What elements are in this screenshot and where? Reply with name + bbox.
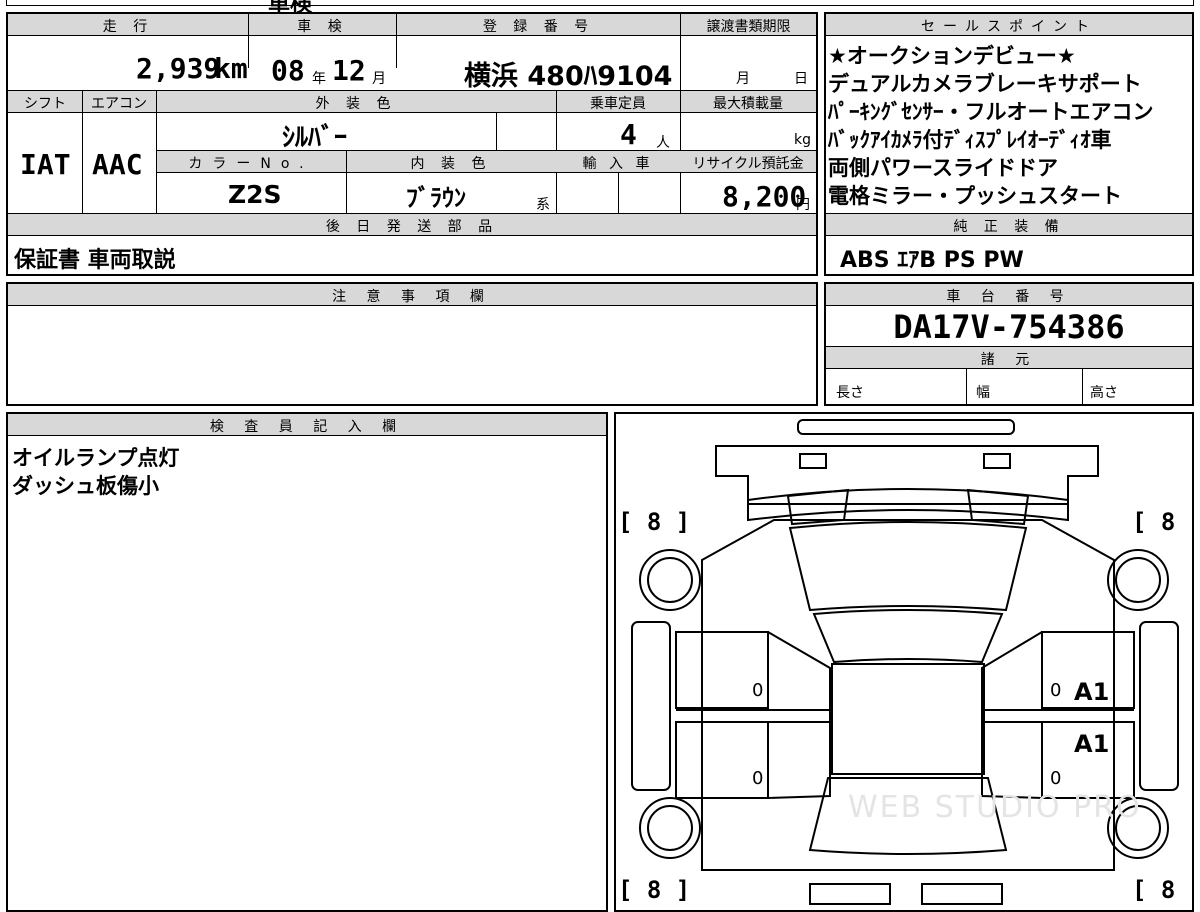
label-aircon: エアコン <box>91 96 147 112</box>
plate-number: 横浜 480ﾊ9104 <box>464 61 673 92</box>
recycle-value: 8,200 <box>722 180 807 213</box>
label-shift: シフト <box>24 96 66 112</box>
exterior-color-value: ｼﾙﾊﾞｰ <box>282 123 348 153</box>
shaken-year: 08 <box>271 54 305 87</box>
label-chassis-no: 車 台 番 号 <box>946 289 1072 305</box>
deadline-day-unit: 日 <box>794 71 808 87</box>
shift-value: IAT <box>20 148 71 181</box>
damage-mark-right-rear: A1 <box>1074 730 1110 758</box>
recycle-unit: 円 <box>796 197 810 213</box>
watermark: WEB STUDIO PRO <box>848 790 1142 825</box>
door-left-rear: 0 <box>752 768 764 789</box>
label-color-no: カラーNo. <box>188 156 314 172</box>
mileage-unit: km <box>214 52 248 85</box>
label-length: 長さ <box>836 385 864 401</box>
label-registration: 登 録 番 号 <box>482 19 595 35</box>
vehicle-info-table: 走 行 車 検 登 録 番 号 譲渡書類期限 2,939 km 08 年 12 … <box>6 12 818 276</box>
car-diagram <box>631 419 1179 905</box>
label-exterior-color: 外 装 色 <box>315 96 397 112</box>
label-later-parts: 後 日 発 送 部 品 <box>325 219 499 235</box>
label-specs: 諸 元 <box>980 352 1038 368</box>
sales-point: 電格ミラー・プッシュスタート <box>828 184 1122 208</box>
inspector-note: オイルランプ点灯 <box>12 446 180 470</box>
shaken-year-unit: 年 <box>312 71 326 87</box>
capacity-value: 4 <box>620 118 637 151</box>
sales-point: 両側パワースライドドア <box>828 156 1058 180</box>
sales-point: ★オークションデビュー★ <box>828 44 1076 68</box>
tire-front-left: [ 8 ] <box>618 508 691 536</box>
sales-points-panel: セールスポイント ★オークションデビュー★ デュアルカメラブレーキサポート ﾊﾟ… <box>824 12 1194 276</box>
inspector-note: ダッシュ板傷小 <box>12 474 159 498</box>
tire-front-right: [ 8 ] <box>1132 508 1192 536</box>
label-capacity: 乗車定員 <box>590 96 646 112</box>
door-left-front: 0 <box>752 680 764 701</box>
door-right-rear: 0 <box>1050 768 1062 789</box>
label-import: 輸 入 車 <box>582 156 654 172</box>
top-strip <box>6 0 1194 6</box>
max-load-unit: kg <box>794 132 811 148</box>
label-max-load: 最大積載量 <box>713 96 783 112</box>
label-notes: 注 意 事 項 欄 <box>332 289 492 305</box>
chassis-no-value: DA17V-754386 <box>893 308 1125 346</box>
inspector-panel: 検 査 員 記 入 欄 オイルランプ点灯 ダッシュ板傷小 <box>6 412 608 912</box>
door-right-front: 0 <box>1050 680 1062 701</box>
label-mileage: 走 行 <box>102 19 154 35</box>
shaken-month-unit: 月 <box>372 71 386 87</box>
genuine-equipment-value: ABS ｴｱB PS PW <box>840 248 1024 273</box>
label-shaken: 車 検 <box>297 19 348 35</box>
notes-panel: 注 意 事 項 欄 <box>6 282 818 406</box>
color-no-value: Z2S <box>228 180 282 209</box>
damage-mark-right-front: A1 <box>1074 678 1110 706</box>
deadline-month-unit: 月 <box>736 71 750 87</box>
sales-point: ﾊﾟｰｷﾝｸﾞｾﾝｻｰ・フルオートエアコン <box>828 100 1154 124</box>
label-recycle: リサイクル預託金 <box>692 156 804 172</box>
label-height: 高さ <box>1090 385 1118 401</box>
interior-suffix: 系 <box>536 197 550 213</box>
shaken-month: 12 <box>332 54 366 87</box>
later-parts-value: 保証書 車両取説 <box>14 248 176 273</box>
label-inspector: 検 査 員 記 入 欄 <box>209 419 405 435</box>
label-transfer-deadline: 譲渡書類期限 <box>706 19 791 35</box>
mileage-value: 2,939 <box>136 52 221 85</box>
capacity-unit: 人 <box>656 135 670 151</box>
car-diagram-panel: WEB STUDIO PRO [ 8 ] [ 8 ] [ 8 ] [ 8 ] 0… <box>614 412 1194 912</box>
label-interior-color: 内 装 色 <box>410 156 492 172</box>
sales-point: ﾊﾞｯｸｱｲｶﾒﾗ付ﾃﾞｨｽﾌﾟﾚｲｵｰﾃﾞｨｵ車 <box>828 128 1112 152</box>
sales-point: デュアルカメラブレーキサポート <box>828 72 1142 96</box>
label-sales-points: セールスポイント <box>921 19 1097 35</box>
interior-color-value: ﾌﾞﾗｳﾝ <box>406 184 466 212</box>
aircon-value: AAC <box>92 148 143 181</box>
chassis-panel: 車 台 番 号 DA17V-754386 諸 元 長さ 幅 高さ <box>824 282 1194 406</box>
label-width: 幅 <box>976 385 990 401</box>
label-genuine-equipment: 純 正 装 備 <box>953 219 1065 235</box>
